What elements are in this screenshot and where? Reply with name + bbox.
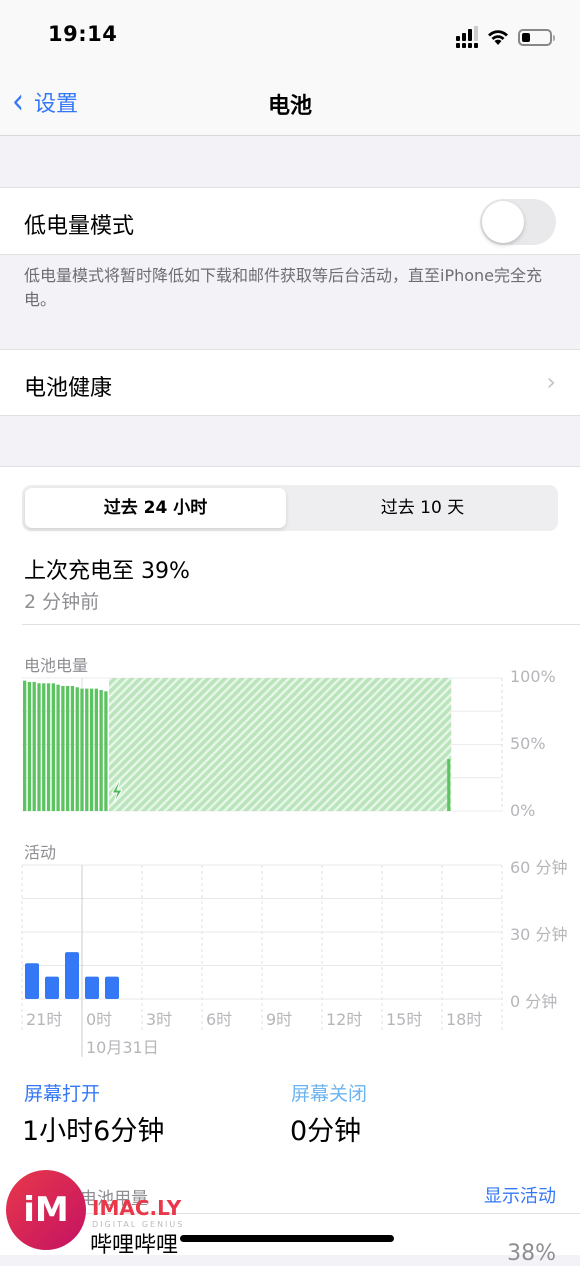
activity-date-label: 10月31日 — [86, 1038, 159, 1057]
status-bar: 19:14 — [0, 0, 580, 70]
battery-bar — [75, 687, 79, 811]
battery-bar — [32, 681, 36, 811]
activity-chart: 21时 0时 3时 6时 9时 12时 15时 18时 — [21, 864, 503, 1057]
battery-bar — [27, 681, 32, 811]
battery-bar — [70, 685, 75, 811]
screen-on-label: 屏幕打开 — [24, 1083, 101, 1105]
status-icons — [456, 26, 555, 48]
x-tick-label: 0时 — [86, 1010, 112, 1029]
app-usage-name[interactable]: 哔哩哔哩 — [90, 1227, 178, 1259]
battery-axis-0: 0% — [510, 801, 536, 820]
activity-bar — [85, 976, 99, 999]
current-level-bar — [447, 759, 451, 811]
tab-last-10-days[interactable]: 过去 10 天 — [290, 488, 555, 528]
x-tick-label: 6时 — [206, 1010, 232, 1029]
battery-bar — [85, 688, 89, 811]
battery-bar — [94, 688, 98, 811]
page-title: 电池 — [267, 94, 312, 119]
battery-bar — [46, 683, 51, 811]
x-tick-label: 18时 — [446, 1010, 482, 1029]
activity-bar — [45, 976, 59, 999]
battery-bar — [99, 689, 103, 811]
battery-bar — [51, 683, 55, 811]
battery-level-chart — [22, 677, 503, 812]
activity-axis-60: 60 分钟 — [510, 858, 568, 877]
screen-off-value: 0分钟 — [290, 1116, 362, 1147]
wifi-icon — [488, 30, 508, 45]
last-charge-time: 2 分钟前 — [24, 591, 100, 613]
screen-on-value: 1小时6分钟 — [22, 1116, 165, 1147]
watermark-logo: iM — [6, 1170, 86, 1250]
cellular-signal-icon — [456, 26, 478, 48]
battery-bar — [37, 683, 41, 811]
battery-axis-50: 50% — [510, 734, 546, 753]
activity-bar — [105, 976, 119, 999]
activity-bar — [65, 952, 79, 999]
x-tick-label: 21时 — [26, 1010, 62, 1029]
battery-bar — [80, 688, 84, 811]
low-power-footnote: 低电量模式将暂时降低如下载和邮件获取等后台活动，直至iPhone完全充电。 — [24, 266, 543, 309]
low-power-mode-row: 低电量模式 — [0, 187, 580, 255]
x-tick-label: 3时 — [146, 1010, 172, 1029]
app-usage-percent: 38% — [507, 1241, 556, 1266]
divider — [22, 624, 580, 625]
last-charge-title: 上次充电至 39% — [24, 559, 190, 584]
battery-bar — [61, 685, 65, 811]
battery-usage-card: 过去 24 小时 过去 10 天 上次充电至 39% 2 分钟前 电池电量 10… — [0, 466, 580, 1266]
home-indicator[interactable] — [180, 1235, 394, 1242]
battery-health-label: 电池健康 — [24, 376, 113, 401]
battery-bar — [56, 684, 60, 811]
x-tick-label: 15时 — [386, 1010, 422, 1029]
battery-axis-100: 100% — [510, 667, 556, 686]
battery-bar — [104, 691, 108, 811]
status-time: 19:14 — [48, 22, 118, 46]
watermark-subtext: DIGITAL GENIUS — [92, 1220, 185, 1229]
activity-axis-0: 0 分钟 — [510, 992, 558, 1011]
activity-bar — [25, 963, 39, 999]
watermark-text: IMAC.LY — [92, 1196, 182, 1220]
navigation-bar: ‹ 设置 电池 — [0, 70, 580, 136]
battery-health-row[interactable]: 电池健康 › — [0, 349, 580, 416]
chevron-right-icon: › — [546, 368, 556, 396]
screen-off-label: 屏幕关闭 — [291, 1083, 368, 1105]
battery-bar — [42, 683, 46, 811]
battery-icon — [518, 28, 555, 46]
battery-bar — [66, 685, 70, 811]
low-power-mode-toggle[interactable] — [480, 199, 556, 245]
charging-region — [109, 678, 452, 811]
x-tick-label: 9时 — [266, 1010, 292, 1029]
activity-axis-30: 30 分钟 — [510, 925, 568, 944]
tab-last-24-hours[interactable]: 过去 24 小时 — [25, 488, 286, 528]
battery-bar — [23, 680, 27, 811]
battery-bar — [89, 688, 94, 811]
time-range-segmented-control: 过去 24 小时 过去 10 天 — [22, 485, 558, 531]
x-tick-label: 12时 — [326, 1010, 362, 1029]
show-activity-button[interactable]: 显示活动 — [484, 1182, 556, 1208]
low-power-mode-label: 低电量模式 — [24, 214, 135, 239]
